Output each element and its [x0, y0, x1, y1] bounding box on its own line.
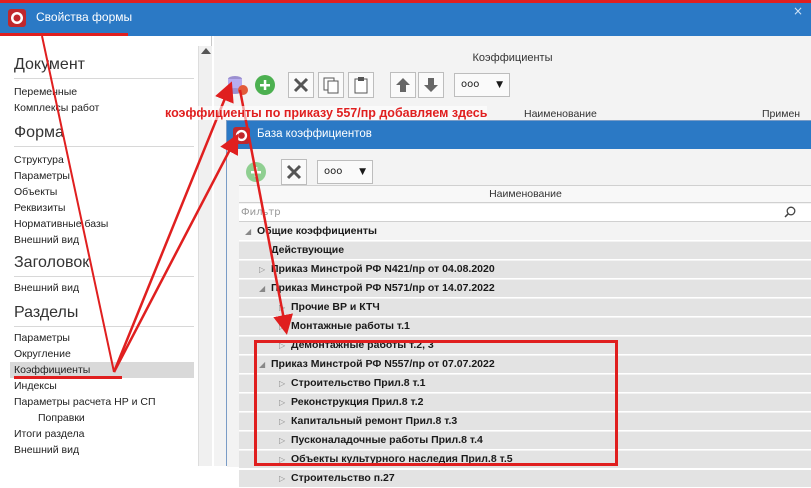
title-underline: [0, 33, 128, 36]
paste-button[interactable]: [348, 72, 374, 98]
tree-row-label: Действующие: [271, 244, 345, 256]
nav-item-section-parameters[interactable]: Параметры: [14, 330, 194, 346]
tree-row-label: Общие коэффициенты: [257, 225, 377, 237]
tree-row[interactable]: Действующие: [239, 242, 811, 260]
collapse-arrow-icon[interactable]: ▷: [279, 318, 285, 335]
expand-arrow-icon[interactable]: ◢: [245, 223, 251, 240]
delete-button[interactable]: [288, 72, 314, 98]
arrow-down-icon: [424, 78, 438, 92]
tree-row-label: Прочие ВР и КТЧ: [291, 301, 380, 313]
tree-row-label: Приказ Минстрой РФ N421/пр от 04.08.2020: [271, 263, 495, 275]
nav-item-section-appearance[interactable]: Внешний вид: [14, 442, 194, 458]
nav-item-indexes[interactable]: Индексы: [14, 378, 194, 394]
close-x-icon: [293, 77, 309, 93]
nav-item-parameters[interactable]: Параметры: [14, 168, 194, 184]
nav-item-normative-bases[interactable]: Нормативные базы: [14, 216, 194, 232]
nav-item-section-totals[interactable]: Итоги раздела: [14, 426, 194, 442]
nav-section-document: Документ: [14, 56, 194, 79]
collapse-arrow-icon[interactable]: ▷: [259, 261, 265, 278]
main-title-bar: Свойства формы ×: [0, 0, 811, 36]
filter-input[interactable]: Фильтр: [239, 204, 811, 222]
coefficients-underline: [14, 376, 122, 379]
more-actions-label: ooo: [461, 79, 480, 90]
copy-button[interactable]: [318, 72, 344, 98]
database-icon: [228, 76, 248, 95]
move-up-button[interactable]: [390, 72, 416, 98]
chevron-down-icon: ▼: [496, 80, 503, 90]
dialog-title-bar: База коэффициентов: [227, 121, 811, 149]
nav-item-objects[interactable]: Объекты: [14, 184, 194, 200]
more-actions-dropdown[interactable]: ooo ▼: [454, 73, 510, 97]
nav-section-form: Форма: [14, 124, 194, 147]
expand-arrow-icon[interactable]: ◢: [259, 280, 265, 297]
nav-item-corrections[interactable]: Поправки: [38, 410, 218, 426]
nav-section-header: Заголовок: [14, 254, 195, 277]
order-557-highlight-box: [254, 340, 618, 466]
tree-row-label: Монтажные работы т.1: [291, 320, 410, 332]
tree-row[interactable]: ▷ Строительство п.27: [239, 470, 811, 488]
plus-circle-icon: [255, 75, 275, 95]
nav-section-sections: Разделы: [14, 304, 196, 327]
filter-placeholder: Фильтр: [241, 207, 281, 218]
plus-circle-icon: [246, 162, 266, 182]
dialog-more-dropdown[interactable]: ooo ▼: [317, 160, 373, 184]
nav-item-rounding[interactable]: Округление: [14, 346, 194, 362]
panel-header: Коэффициенты: [472, 52, 553, 64]
arrow-up-icon: [396, 78, 410, 92]
close-x-icon: [286, 164, 302, 180]
tree-row[interactable]: ▷ Монтажные работы т.1: [239, 318, 811, 336]
chevron-down-icon: ▼: [359, 167, 366, 177]
copy-icon: [323, 77, 339, 94]
coefficient-base-button[interactable]: [224, 72, 250, 98]
scroll-up-arrow-icon[interactable]: [201, 48, 211, 54]
window-title: Свойства формы: [36, 10, 133, 24]
tree-row-label: Строительство п.27: [291, 472, 395, 484]
dialog-more-label: ooo: [324, 166, 343, 177]
collapse-arrow-icon[interactable]: ▷: [279, 299, 285, 316]
app-logo-icon: [8, 9, 26, 27]
nav-item-requisites[interactable]: Реквизиты: [14, 200, 194, 216]
nav-item-structure[interactable]: Структура: [14, 152, 194, 168]
nav-item-appearance[interactable]: Внешний вид: [14, 232, 194, 248]
add-button[interactable]: [252, 72, 278, 98]
tree-row[interactable]: ▷ Прочие ВР и КТЧ: [239, 299, 811, 317]
search-icon[interactable]: [784, 206, 796, 218]
collapse-arrow-icon[interactable]: ▷: [279, 470, 285, 487]
tree-row[interactable]: ◢ Общие коэффициенты: [239, 223, 811, 241]
tree-row-label: Приказ Минстрой РФ N571/пр от 14.07.2022: [271, 282, 495, 294]
dialog-delete-button[interactable]: [281, 159, 307, 185]
nav-item-variables[interactable]: Переменные: [14, 84, 194, 100]
close-icon[interactable]: ×: [793, 4, 803, 18]
nav-item-calc-params[interactable]: Параметры расчета НР и СП: [14, 394, 194, 410]
top-red-line: [0, 0, 811, 3]
dialog-title: База коэффициентов: [257, 128, 372, 140]
dialog-add-button[interactable]: [243, 159, 269, 185]
app-logo-icon: [233, 127, 250, 144]
tree-row[interactable]: ▷ Приказ Минстрой РФ N421/пр от 04.08.202…: [239, 261, 811, 279]
annotation-text: коэффициенты по приказу 557/пр добавляем…: [165, 106, 488, 120]
grid-column-header[interactable]: Наименование: [239, 185, 811, 203]
move-down-button[interactable]: [418, 72, 444, 98]
tree-row[interactable]: ◢ Приказ Минстрой РФ N571/пр от 14.07.202…: [239, 280, 811, 298]
clipboard-icon: [354, 77, 368, 94]
nav-item-header-appearance[interactable]: Внешний вид: [14, 280, 194, 296]
